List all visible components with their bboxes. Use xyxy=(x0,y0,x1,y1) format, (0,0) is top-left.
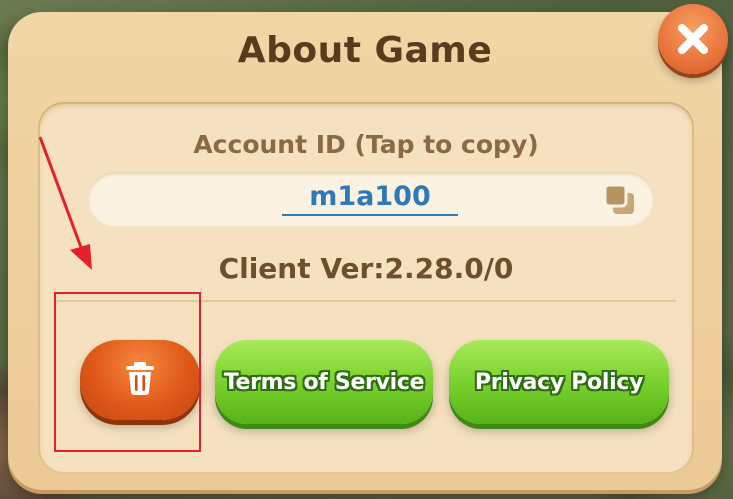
terms-of-service-button[interactable]: Terms of Service xyxy=(215,340,433,424)
account-id-label: Account ID (Tap to copy) xyxy=(193,130,539,159)
annotation-highlight-box xyxy=(54,292,201,452)
terms-of-service-label: Terms of Service xyxy=(223,369,425,395)
privacy-policy-button[interactable]: Privacy Policy xyxy=(449,340,669,424)
dialog-title: About Game xyxy=(237,30,493,71)
privacy-policy-label: Privacy Policy xyxy=(474,369,644,395)
copy-icon[interactable] xyxy=(600,182,640,218)
close-button[interactable] xyxy=(658,4,728,74)
account-id-field[interactable]: m1a100 xyxy=(88,172,654,226)
close-icon xyxy=(678,24,708,54)
account-id-value[interactable]: m1a100 xyxy=(282,180,458,216)
client-version: Client Ver:2.28.0/0 xyxy=(218,252,514,285)
